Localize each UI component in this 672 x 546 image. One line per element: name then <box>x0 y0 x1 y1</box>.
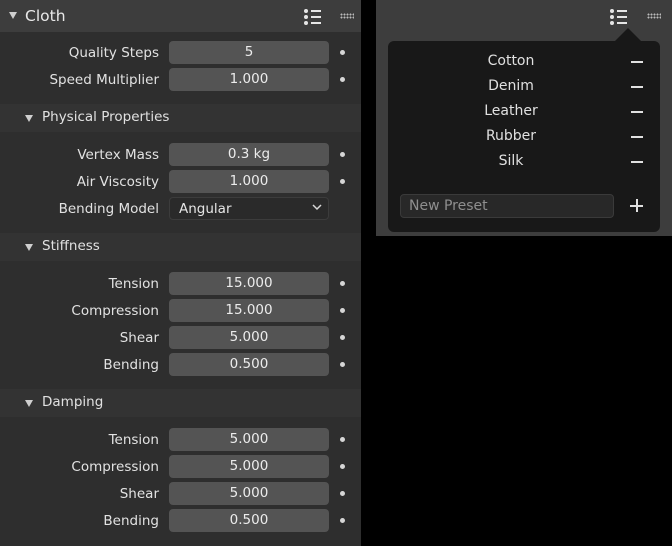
stiffness-bending-field[interactable]: 0.500 <box>169 353 329 376</box>
popup-pointer <box>615 28 641 41</box>
field-label: Air Viscosity <box>76 174 159 190</box>
field-row-speed-multiplier: Speed Multiplier 1.000 <box>0 68 361 95</box>
vertex-mass-field[interactable]: 0.3 kg <box>169 143 329 166</box>
field-row-damping-bending: Bending 0.500 <box>0 509 361 536</box>
minus-icon[interactable] <box>631 61 643 63</box>
preset-item-silk[interactable]: Silk <box>388 150 660 174</box>
preset-label: Leather <box>484 103 538 119</box>
keyframe-dot-icon[interactable] <box>340 362 345 367</box>
collapse-triangle-icon[interactable] <box>25 400 33 407</box>
field-row-bending-model: Bending Model Angular <box>0 197 361 224</box>
field-label: Speed Multiplier <box>49 72 159 88</box>
preset-item-rubber[interactable]: Rubber <box>388 125 660 149</box>
speed-multiplier-field[interactable]: 1.000 <box>169 68 329 91</box>
section-title: Physical Properties <box>42 109 170 125</box>
keyframe-dot-icon[interactable] <box>340 77 345 82</box>
keyframe-dot-icon[interactable] <box>340 335 345 340</box>
damping-compression-field[interactable]: 5.000 <box>169 455 329 478</box>
field-label: Bending <box>103 513 159 529</box>
field-row-stiffness-shear: Shear 5.000 <box>0 326 361 353</box>
field-row-damping-shear: Shear 5.000 <box>0 482 361 509</box>
collapse-triangle-icon[interactable] <box>25 244 33 251</box>
preset-menu-popup: Cotton Denim Leather Rubber Silk <box>388 41 660 232</box>
keyframe-dot-icon[interactable] <box>340 152 345 157</box>
field-label: Tension <box>108 432 159 448</box>
air-viscosity-field[interactable]: 1.000 <box>169 170 329 193</box>
field-row-damping-compression: Compression 5.000 <box>0 455 361 482</box>
field-label: Quality Steps <box>68 45 159 61</box>
stiffness-compression-field[interactable]: 15.000 <box>169 299 329 322</box>
keyframe-dot-icon[interactable] <box>340 179 345 184</box>
minus-icon[interactable] <box>631 111 643 113</box>
minus-icon[interactable] <box>631 136 643 138</box>
keyframe-dot-icon[interactable] <box>340 491 345 496</box>
damping-bending-field[interactable]: 0.500 <box>169 509 329 532</box>
field-label: Bending <box>103 357 159 373</box>
preset-label: Cotton <box>487 53 535 69</box>
section-title: Damping <box>42 394 104 410</box>
damping-shear-field[interactable]: 5.000 <box>169 482 329 505</box>
field-row-air-viscosity: Air Viscosity 1.000 <box>0 170 361 197</box>
quality-steps-field[interactable]: 5 <box>169 41 329 64</box>
field-label: Shear <box>119 330 159 346</box>
bending-model-dropdown[interactable]: Angular <box>169 197 329 220</box>
preset-label: Silk <box>498 153 524 169</box>
chevron-down-icon <box>312 204 322 211</box>
minus-icon[interactable] <box>631 86 643 88</box>
plus-icon[interactable] <box>630 199 644 213</box>
preset-label: Rubber <box>485 128 537 144</box>
preset-item-cotton[interactable]: Cotton <box>388 50 660 74</box>
section-header-stiffness[interactable]: Stiffness <box>0 233 361 261</box>
field-label: Shear <box>119 486 159 502</box>
collapse-triangle-icon[interactable] <box>9 12 17 19</box>
drag-grip-icon[interactable] <box>340 13 354 19</box>
field-label: Bending Model <box>58 201 159 217</box>
field-label: Compression <box>71 459 159 475</box>
preset-item-leather[interactable]: Leather <box>388 100 660 124</box>
dropdown-value: Angular <box>179 201 232 217</box>
section-header-physical-properties[interactable]: Physical Properties <box>0 104 361 132</box>
field-label: Tension <box>108 276 159 292</box>
minus-icon[interactable] <box>631 161 643 163</box>
keyframe-dot-icon[interactable] <box>340 518 345 523</box>
keyframe-dot-icon[interactable] <box>340 437 345 442</box>
field-label: Vertex Mass <box>77 147 159 163</box>
panel-title: Cloth <box>25 7 66 25</box>
drag-grip-icon[interactable] <box>647 13 661 19</box>
preset-list-icon[interactable] <box>304 8 322 26</box>
keyframe-dot-icon[interactable] <box>340 50 345 55</box>
field-row-stiffness-bending: Bending 0.500 <box>0 353 361 380</box>
section-title: Stiffness <box>42 238 100 254</box>
cloth-panel-header[interactable]: Cloth <box>0 0 361 32</box>
keyframe-dot-icon[interactable] <box>340 281 345 286</box>
cloth-properties-panel: Cloth Quality Steps 5 Speed Multiplier 1… <box>0 0 361 546</box>
keyframe-dot-icon[interactable] <box>340 308 345 313</box>
preset-item-denim[interactable]: Denim <box>388 75 660 99</box>
damping-tension-field[interactable]: 5.000 <box>169 428 329 451</box>
new-preset-input[interactable] <box>400 194 614 218</box>
keyframe-dot-icon[interactable] <box>340 464 345 469</box>
field-row-damping-tension: Tension 5.000 <box>0 428 361 455</box>
field-row-stiffness-tension: Tension 15.000 <box>0 272 361 299</box>
preset-label: Denim <box>488 78 534 94</box>
field-row-vertex-mass: Vertex Mass 0.3 kg <box>0 143 361 170</box>
field-row-stiffness-compression: Compression 15.000 <box>0 299 361 326</box>
collapse-triangle-icon[interactable] <box>25 115 33 122</box>
field-row-quality-steps: Quality Steps 5 <box>0 41 361 68</box>
section-header-damping[interactable]: Damping <box>0 389 361 417</box>
field-label: Compression <box>71 303 159 319</box>
stiffness-tension-field[interactable]: 15.000 <box>169 272 329 295</box>
preset-list-icon[interactable] <box>610 8 628 26</box>
stiffness-shear-field[interactable]: 5.000 <box>169 326 329 349</box>
